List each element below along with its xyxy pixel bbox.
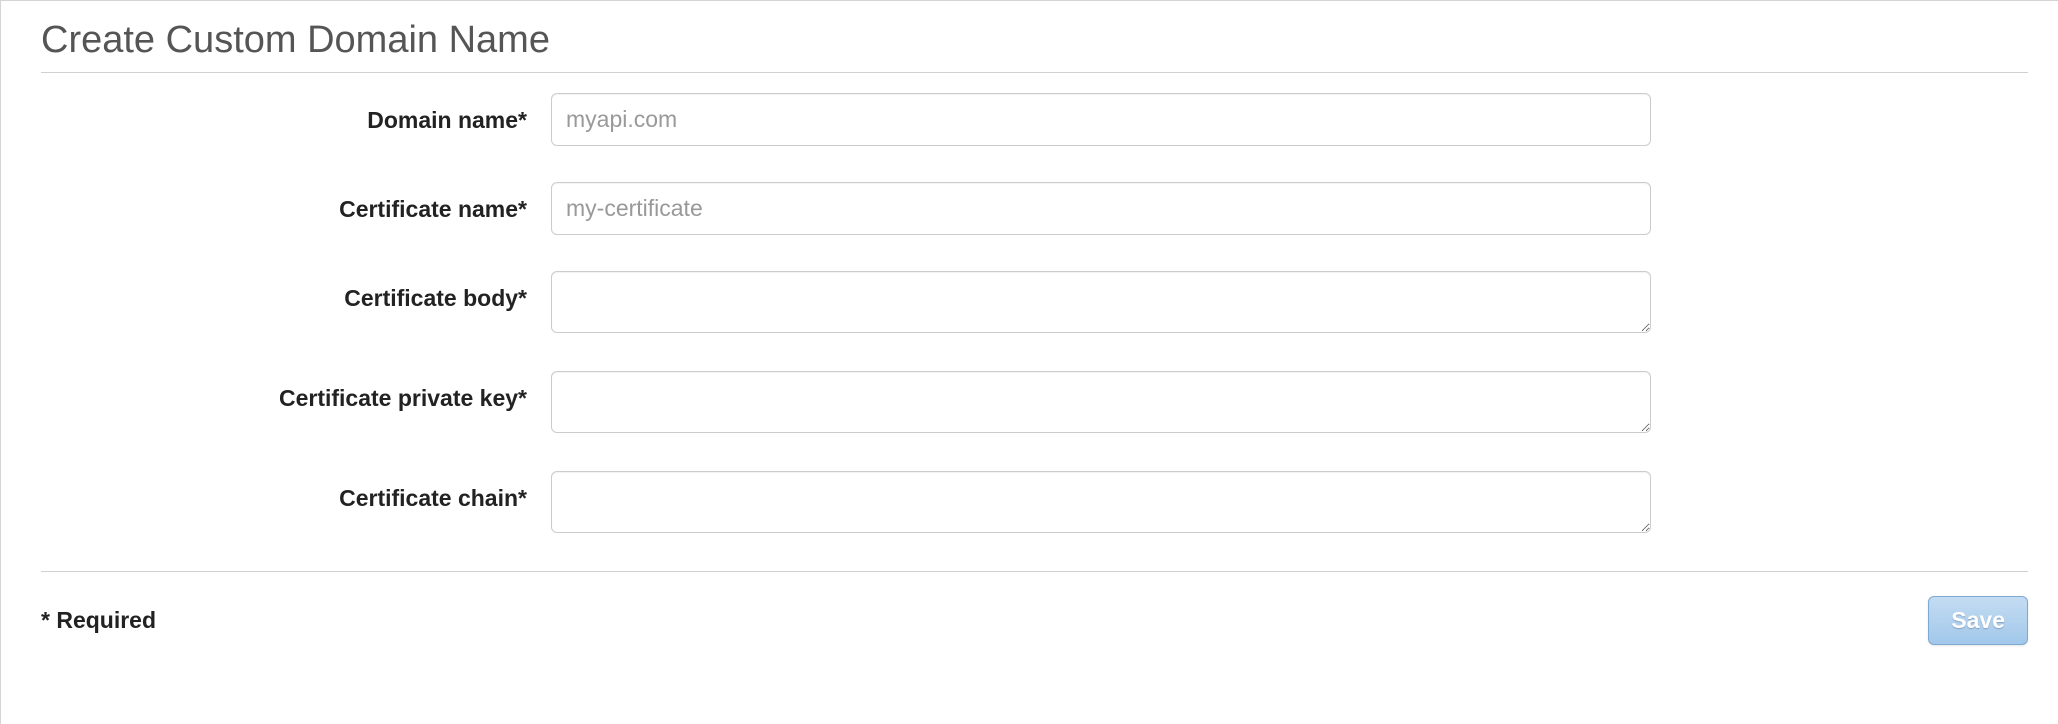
row-certificate-private-key: Certificate private key*: [41, 371, 2028, 433]
title-divider: [41, 72, 2028, 73]
footer: * Required Save: [41, 571, 2028, 645]
label-certificate-private-key: Certificate private key*: [41, 371, 551, 412]
label-domain-name: Domain name*: [41, 93, 551, 134]
textarea-certificate-private-key[interactable]: [551, 371, 1651, 433]
input-domain-name[interactable]: [551, 93, 1651, 146]
label-certificate-chain: Certificate chain*: [41, 471, 551, 512]
save-button[interactable]: Save: [1928, 596, 2028, 645]
row-certificate-name: Certificate name*: [41, 182, 2028, 235]
row-domain-name: Domain name*: [41, 93, 2028, 146]
input-certificate-name[interactable]: [551, 182, 1651, 235]
row-certificate-body: Certificate body*: [41, 271, 2028, 333]
label-certificate-body: Certificate body*: [41, 271, 551, 312]
label-certificate-name: Certificate name*: [41, 182, 551, 223]
page-title: Create Custom Domain Name: [41, 19, 2028, 62]
textarea-certificate-body[interactable]: [551, 271, 1651, 333]
required-note: * Required: [41, 607, 156, 634]
row-certificate-chain: Certificate chain*: [41, 471, 2028, 533]
textarea-certificate-chain[interactable]: [551, 471, 1651, 533]
